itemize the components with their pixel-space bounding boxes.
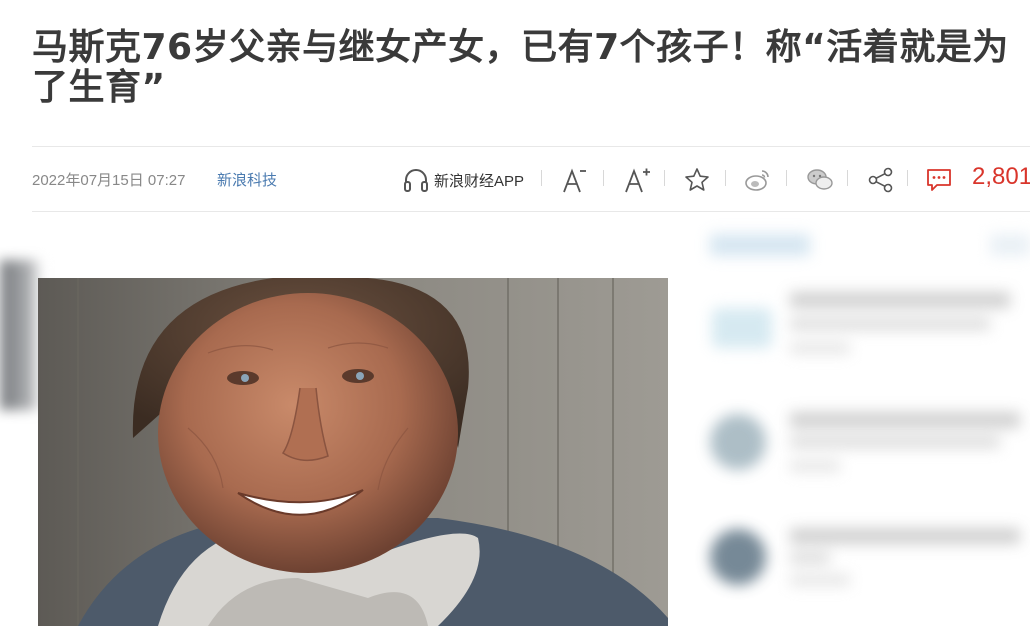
article-photo[interactable] bbox=[38, 278, 668, 626]
article-title: 马斯克76岁父亲与继女产女，已有7个孩子！称“活着就是为了生育” bbox=[32, 27, 1009, 108]
app-download-button[interactable]: 新浪财经APP bbox=[402, 160, 524, 200]
sidebar bbox=[690, 212, 1030, 626]
separator bbox=[786, 170, 787, 186]
wechat-icon bbox=[806, 167, 834, 193]
font-decrease-button[interactable] bbox=[561, 160, 589, 200]
comment-count[interactable]: 2,801 bbox=[972, 163, 1030, 191]
app-button-label: 新浪财经APP bbox=[434, 172, 525, 190]
headphones-icon bbox=[402, 166, 430, 194]
font-decrease-icon bbox=[561, 165, 589, 195]
source-link[interactable]: 新浪科技 bbox=[217, 169, 277, 190]
favorite-button[interactable] bbox=[684, 160, 710, 200]
comment-button[interactable] bbox=[925, 160, 953, 200]
separator bbox=[541, 170, 542, 186]
share-button[interactable] bbox=[867, 160, 895, 200]
separator bbox=[603, 170, 604, 186]
separator bbox=[664, 170, 665, 186]
separator bbox=[725, 170, 726, 186]
font-increase-icon bbox=[623, 165, 653, 195]
divider bbox=[32, 146, 1030, 147]
separator bbox=[847, 170, 848, 186]
share-weibo-button[interactable] bbox=[744, 160, 772, 200]
separator bbox=[907, 170, 908, 186]
font-increase-button[interactable] bbox=[623, 160, 653, 200]
comment-icon bbox=[925, 167, 953, 193]
publish-date: 2022年07月15日 07:27 bbox=[32, 172, 186, 189]
share-wechat-button[interactable] bbox=[806, 160, 834, 200]
star-icon bbox=[684, 167, 710, 193]
share-icon bbox=[867, 166, 895, 194]
blurred-background bbox=[0, 260, 42, 410]
weibo-icon bbox=[744, 167, 772, 193]
